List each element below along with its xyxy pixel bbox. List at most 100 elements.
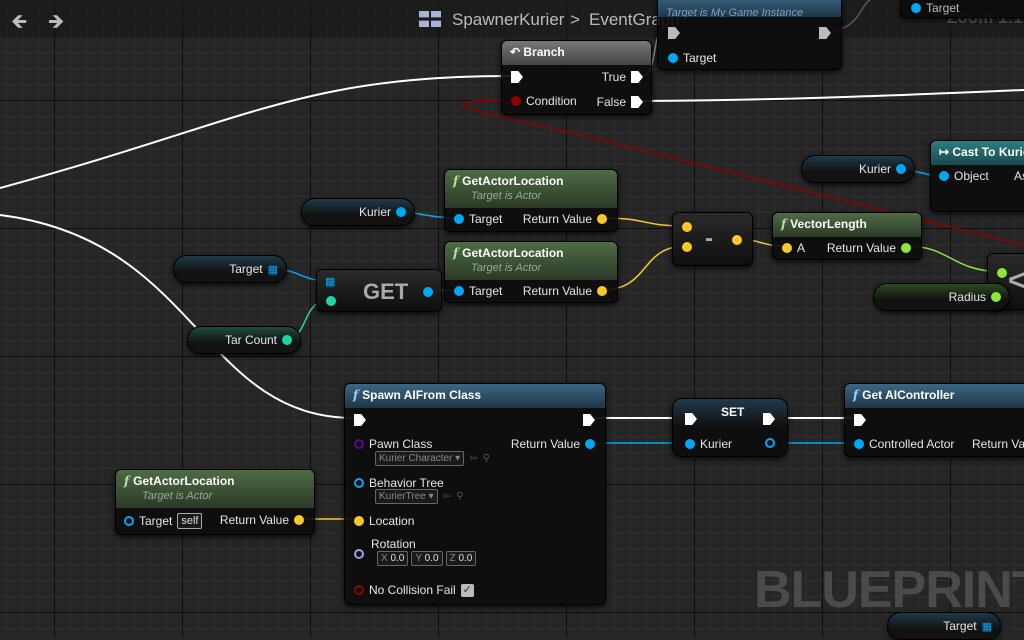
- use-selected-arrow-icon[interactable]: ⇦: [443, 491, 451, 502]
- return-value-pin[interactable]: [597, 214, 607, 224]
- exec-in-pin[interactable]: [668, 27, 680, 39]
- return-value-pin[interactable]: [901, 243, 911, 253]
- use-selected-arrow-icon[interactable]: ⇦: [469, 453, 477, 464]
- function-icon: f: [853, 388, 859, 402]
- controlled-actor-pin[interactable]: [854, 439, 864, 449]
- spawn-ai-from-class-node[interactable]: f Spawn AIFrom Class Pawn Class Kurier Ch…: [344, 383, 606, 605]
- var-label: Kurier: [358, 205, 391, 219]
- array-get-node[interactable]: GET ▦: [316, 269, 442, 312]
- target-pin[interactable]: [124, 516, 134, 526]
- kurier-variable[interactable]: Kurier: [301, 198, 415, 226]
- function-icon: f: [124, 474, 130, 488]
- rotation-x-field[interactable]: X 0.0: [377, 551, 409, 566]
- pin-label: Target: [139, 514, 173, 528]
- get-actor-location-node[interactable]: f GetActorLocation Target is Actor Target s…: [115, 469, 315, 535]
- pawn-class-pin[interactable]: [354, 439, 364, 449]
- output-pin[interactable]: [423, 287, 433, 297]
- condition-pin[interactable]: [511, 96, 521, 106]
- node-title: <: [1008, 264, 1024, 297]
- function-icon: f: [453, 174, 459, 188]
- true-exec-pin[interactable]: [631, 71, 643, 83]
- pawn-class-dropdown[interactable]: Kurier Character ▾: [375, 451, 465, 466]
- no-collision-fail-pin[interactable]: [354, 585, 364, 595]
- node-subtitle: Target is My Game Instance: [666, 7, 804, 17]
- kurier-output-pin[interactable]: [765, 438, 775, 448]
- a-pin[interactable]: [682, 222, 692, 232]
- false-exec-pin[interactable]: [631, 96, 643, 108]
- cast-to-kurier-node[interactable]: ↦ Cast To Kurier Object As: [930, 140, 1024, 212]
- object-pin[interactable]: [396, 207, 406, 217]
- get-ai-controller-node[interactable]: f Get AIController Controlled Actor Retur…: [844, 383, 1024, 457]
- object-pin[interactable]: [939, 171, 949, 181]
- behavior-tree-pin[interactable]: [354, 478, 364, 488]
- forward-arrow-icon[interactable]: 🡺: [48, 7, 64, 41]
- vector-length-node[interactable]: f VectorLength A Return Value: [772, 212, 922, 260]
- target-pin[interactable]: [911, 3, 921, 13]
- tar-count-variable[interactable]: Tar Count: [187, 326, 301, 354]
- object-pin[interactable]: [896, 164, 906, 174]
- pin-label: Condition: [526, 94, 577, 108]
- exec-out-pin[interactable]: [583, 414, 595, 426]
- exec-in-pin[interactable]: [685, 413, 697, 425]
- behavior-tree-dropdown[interactable]: KurierTree ▾: [375, 489, 438, 504]
- array-grid-icon[interactable]: ▦: [268, 263, 278, 276]
- pin-label: Behavior Tree: [369, 476, 444, 490]
- target-pin[interactable]: [668, 53, 678, 63]
- exec-out-pin[interactable]: [763, 413, 775, 425]
- blueprint-graph-icon: [419, 11, 441, 27]
- game-instance-node[interactable]: Target is My Game Instance Target: [657, 0, 842, 70]
- node-title: GetActorLocation: [462, 246, 564, 260]
- a-pin[interactable]: [782, 243, 792, 253]
- branch-node[interactable]: ↶ Branch True Condition False: [501, 40, 652, 115]
- target-pin[interactable]: [454, 214, 464, 224]
- return-value-pin[interactable]: [597, 286, 607, 296]
- set-kurier-node[interactable]: SET Kurier: [672, 398, 788, 457]
- rotation-z-field[interactable]: Z 0.0: [445, 551, 477, 566]
- node-title: GET: [363, 279, 409, 304]
- radius-variable[interactable]: Radius: [873, 283, 1010, 311]
- node-title: Get AIController: [862, 388, 955, 402]
- target-pin[interactable]: [454, 286, 464, 296]
- float-pin[interactable]: [991, 292, 1001, 302]
- breadcrumb-blueprint[interactable]: SpawnerKurier: [452, 10, 564, 30]
- location-pin[interactable]: [354, 516, 364, 526]
- rotation-pin[interactable]: [354, 549, 364, 559]
- kurier-variable[interactable]: Kurier: [801, 155, 915, 183]
- exec-in-pin[interactable]: [511, 71, 523, 83]
- rotation-y-field[interactable]: Y 0.0: [411, 551, 443, 566]
- pin-label: Pawn Class: [369, 437, 433, 451]
- pin-label: Kurier: [700, 437, 733, 451]
- var-label: Target: [229, 262, 263, 276]
- pin-label: As: [1014, 169, 1024, 183]
- pin-label: Return Value: [826, 241, 896, 255]
- return-value-pin[interactable]: [585, 439, 595, 449]
- pin-label: False: [596, 95, 626, 109]
- pin-label: Target: [469, 212, 503, 226]
- output-pin[interactable]: [732, 235, 742, 245]
- int-pin[interactable]: [282, 335, 292, 345]
- exec-out-pin[interactable]: [819, 27, 831, 39]
- target-array-variable[interactable]: Target ▦: [173, 255, 287, 283]
- no-collision-fail-checkbox[interactable]: ✓: [460, 583, 474, 597]
- pin-label: Target: [926, 1, 960, 15]
- back-arrow-icon[interactable]: 🡸: [11, 7, 27, 41]
- browse-search-icon[interactable]: ⚲: [483, 453, 490, 464]
- get-actor-location-node[interactable]: f GetActorLocation Target is Actor Target …: [444, 241, 618, 303]
- target-array-variable[interactable]: Target ▦: [887, 612, 1001, 640]
- pin-label: True: [601, 70, 626, 84]
- node-subtitle: Target is Actor: [142, 490, 213, 502]
- exec-in-pin[interactable]: [354, 414, 366, 426]
- exec-in-pin[interactable]: [854, 414, 866, 426]
- array-grid-icon[interactable]: ▦: [325, 275, 335, 288]
- index-pin[interactable]: [326, 296, 336, 306]
- kurier-input-pin[interactable]: [685, 439, 695, 449]
- browse-search-icon[interactable]: ⚲: [456, 491, 463, 502]
- array-grid-icon[interactable]: ▦: [982, 620, 992, 633]
- subtract-node[interactable]: -: [672, 212, 753, 266]
- node-title: Cast To Kurier: [952, 145, 1024, 159]
- top-right-node[interactable]: Target: [900, 0, 1024, 18]
- return-value-pin[interactable]: [294, 515, 304, 525]
- a-pin[interactable]: [997, 268, 1007, 278]
- get-actor-location-node[interactable]: f GetActorLocation Target is Actor Target …: [444, 169, 618, 232]
- b-pin[interactable]: [682, 242, 692, 252]
